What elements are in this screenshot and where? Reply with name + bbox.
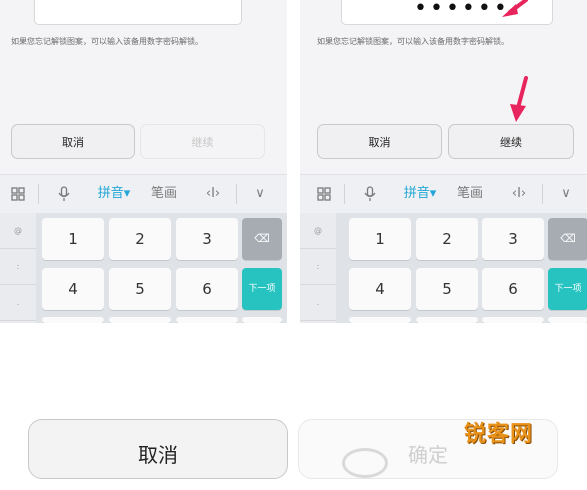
key-1[interactable]: 1: [349, 218, 411, 260]
next-field-key[interactable]: 下一项: [242, 268, 282, 310]
key-6[interactable]: 6: [482, 268, 544, 310]
key-2[interactable]: 2: [109, 218, 171, 260]
key-3[interactable]: 3: [482, 218, 544, 260]
stroke-mode-tab[interactable]: 笔画: [146, 175, 182, 213]
next-field-key[interactable]: 下一项: [548, 268, 587, 310]
key-6[interactable]: 6: [176, 268, 238, 310]
key-4[interactable]: 4: [349, 268, 411, 310]
backspace-icon[interactable]: ⌫: [548, 218, 587, 260]
key-3[interactable]: 3: [176, 218, 238, 260]
stroke-mode-tab[interactable]: 笔画: [452, 175, 488, 213]
red-arrow-icon: [510, 76, 528, 122]
cancel-button[interactable]: 取消: [317, 124, 442, 159]
numeric-keyboard: @ : . 1 2 3 ⌫ 4 5 6 下一项: [0, 213, 287, 323]
key-4[interactable]: 4: [42, 268, 104, 310]
microphone-icon[interactable]: [356, 175, 384, 213]
collapse-keyboard-icon[interactable]: ∨: [246, 175, 274, 213]
continue-button[interactable]: 继续: [448, 124, 574, 159]
key-1[interactable]: 1: [42, 218, 104, 260]
cancel-button[interactable]: 取消: [11, 124, 135, 159]
right-screen: •••••• 如果您忘记解锁图案，可以输入该备用数字密码解锁。 取消 继续 拼音…: [300, 0, 587, 323]
backup-password-hint: 如果您忘记解锁图案，可以输入该备用数字密码解锁。: [11, 37, 203, 46]
symbol-key-dot[interactable]: .: [0, 285, 36, 321]
key-5[interactable]: 5: [109, 268, 171, 310]
symbol-key-at[interactable]: @: [0, 213, 36, 249]
symbol-key-dot[interactable]: .: [300, 285, 336, 321]
symbol-key-at[interactable]: @: [300, 213, 336, 249]
microphone-icon[interactable]: [50, 175, 78, 213]
numeric-keyboard: @ : . 1 2 3 ⌫ 4 5 6 下一项: [300, 213, 587, 323]
symbol-column: @ : .: [0, 213, 36, 323]
grid-menu-icon[interactable]: [4, 175, 32, 213]
dialog-cancel-button[interactable]: 取消: [28, 419, 288, 479]
watermark-swirl-icon: [342, 448, 388, 478]
symbol-key-colon[interactable]: :: [0, 249, 36, 285]
left-screen: 如果您忘记解锁图案，可以输入该备用数字密码解锁。 取消 继续 拼音▾ 笔画 ‹I…: [0, 0, 287, 323]
toolbar-divider: [344, 184, 345, 204]
grid-menu-icon[interactable]: [310, 175, 338, 213]
pinyin-mode-tab[interactable]: 拼音▾: [398, 175, 442, 213]
toolbar-divider: [236, 184, 237, 204]
toolbar-divider: [38, 184, 39, 204]
red-arrow-icon: [502, 0, 528, 17]
collapse-keyboard-icon[interactable]: ∨: [552, 175, 580, 213]
toolbar-divider: [542, 184, 543, 204]
key-5[interactable]: 5: [416, 268, 478, 310]
password-field[interactable]: [34, 0, 242, 25]
key-2[interactable]: 2: [416, 218, 478, 260]
cursor-move-icon[interactable]: ‹I›: [198, 175, 228, 213]
cursor-move-icon[interactable]: ‹I›: [504, 175, 534, 213]
site-watermark: 锐客网: [464, 422, 534, 447]
pinyin-mode-tab[interactable]: 拼音▾: [92, 175, 136, 213]
backspace-icon[interactable]: ⌫: [242, 218, 282, 260]
symbol-column: @ : .: [300, 213, 336, 323]
ime-toolbar: 拼音▾ 笔画 ‹I› ∨: [300, 174, 587, 214]
ime-toolbar: 拼音▾ 笔画 ‹I› ∨: [0, 174, 287, 214]
continue-button-disabled: 继续: [140, 124, 265, 159]
panel-divider: [287, 0, 300, 323]
backup-password-hint: 如果您忘记解锁图案，可以输入该备用数字密码解锁。: [317, 37, 509, 46]
symbol-key-colon[interactable]: :: [300, 249, 336, 285]
